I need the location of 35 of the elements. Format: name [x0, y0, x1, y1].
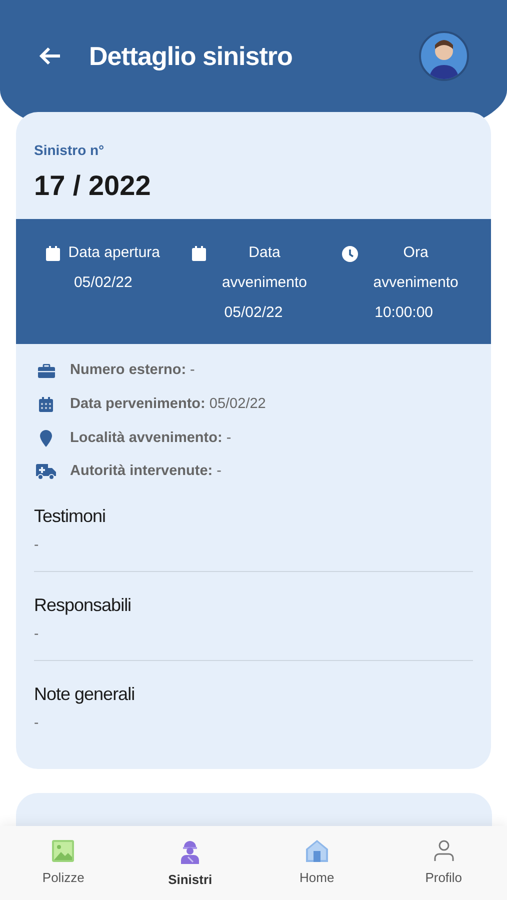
worker-icon — [180, 840, 200, 864]
summary-value: 05/02/22 — [224, 303, 283, 323]
claim-label: Sinistro n° — [34, 141, 106, 160]
detail-text: Data pervenimento: 05/02/22 — [70, 394, 266, 414]
summary-label: Ora avvenimento — [372, 243, 460, 293]
section-value: - — [34, 713, 40, 732]
image-icon — [52, 840, 74, 862]
calendar-icon — [192, 246, 206, 261]
summary-label: Data avvenimento — [220, 243, 308, 293]
claim-number: 17 / 2022 — [34, 169, 152, 203]
section-title: Responsabili — [34, 594, 132, 617]
home-icon — [306, 840, 328, 862]
location-pin-icon — [40, 430, 52, 447]
briefcase-icon — [38, 364, 54, 378]
section-title: Note generali — [34, 683, 136, 706]
nav-tab[interactable]: Polizze — [0, 840, 127, 900]
section-value: - — [34, 624, 40, 643]
calendar-icon — [39, 397, 53, 412]
back-arrow-icon — [39, 47, 61, 65]
summary-value: 10:00:00 — [374, 303, 434, 323]
ambulance-icon — [36, 464, 56, 480]
nav-tab[interactable]: Sinistri — [126, 840, 254, 900]
clock-icon — [342, 246, 358, 262]
section-title: Testimoni — [34, 505, 107, 528]
person-icon — [434, 840, 454, 862]
summary-value: 05/02/22 — [74, 273, 132, 293]
detail-text: Autorità intervenute: - — [70, 462, 222, 482]
detail-text: Località avvenimento: - — [70, 428, 232, 448]
detail-text: Numero esterno: - — [70, 361, 195, 380]
calendar-icon — [46, 246, 60, 261]
section-value: - — [34, 535, 40, 554]
summary-label: Data apertura — [68, 243, 160, 263]
nav-tab[interactable]: Profilo — [380, 840, 507, 900]
nav-tab[interactable]: Home — [254, 840, 380, 900]
page-title: Dettaglio sinistro — [89, 40, 292, 72]
